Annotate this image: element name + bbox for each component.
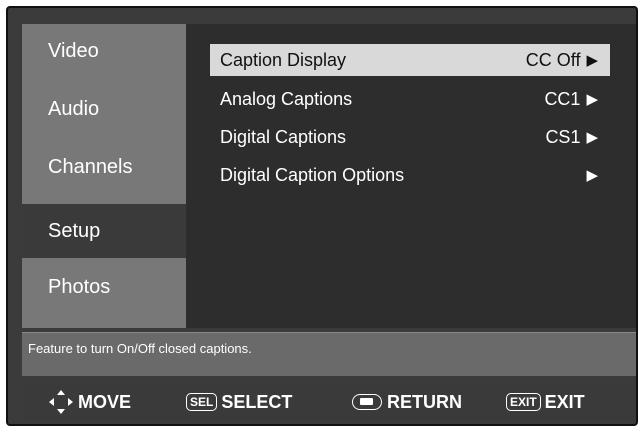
exit-label: EXIT — [544, 391, 585, 412]
menu-item-value-group: ▶ — [580, 166, 598, 184]
menu-item-value-group: CC Off ▶ — [526, 50, 598, 71]
right-triangle-icon: ▶ — [586, 167, 598, 184]
sidebar: Video Audio Channels Setup Photos — [22, 24, 186, 328]
sidebar-item-label: Setup — [48, 220, 101, 242]
right-triangle-icon: ▶ — [586, 91, 598, 108]
move-label: MOVE — [78, 391, 132, 412]
return-label: RETURN — [387, 391, 462, 412]
analog-captions-row[interactable]: Analog Captions CC1 ▶ — [210, 83, 610, 115]
sidebar-item-label: Video — [48, 40, 99, 62]
sidebar-item-label: Audio — [48, 98, 100, 120]
sel-key-icon: SEL — [186, 393, 218, 411]
caption-display-row[interactable]: Caption Display CC Off ▶ — [210, 44, 610, 76]
setup-menu-panel: Caption Display CC Off ▶ Analog Captions… — [186, 24, 636, 328]
sidebar-item-setup[interactable]: Setup — [22, 204, 186, 258]
four-way-arrow-icon — [49, 390, 73, 414]
select-label: SELECT — [221, 391, 293, 412]
menu-item-value-group: CS1 ▶ — [545, 127, 598, 148]
menu-item-value: CC Off — [525, 49, 581, 70]
help-text: Feature to turn On/Off closed captions. — [28, 341, 252, 356]
sidebar-item-video[interactable]: Video — [22, 24, 186, 78]
sidebar-item-audio[interactable]: Audio — [22, 82, 186, 136]
digital-caption-options-row[interactable]: Digital Caption Options ▶ — [210, 159, 610, 191]
sidebar-item-label: Photos — [48, 276, 111, 298]
right-triangle-icon: ▶ — [586, 52, 598, 69]
return-action[interactable]: RETURN — [352, 384, 462, 420]
exit-action[interactable]: EXIT EXIT — [506, 384, 585, 420]
action-bar: MOVE SEL SELECT RETURN EXIT EXIT — [22, 384, 636, 420]
menu-item-label: Caption Display — [220, 49, 347, 70]
select-action[interactable]: SEL SELECT — [186, 384, 292, 420]
right-triangle-icon: ▶ — [586, 129, 598, 146]
digital-captions-row[interactable]: Digital Captions CS1 ▶ — [210, 121, 610, 153]
menu-item-label: Digital Caption Options — [220, 164, 405, 185]
menu-item-label: Analog Captions — [220, 88, 353, 109]
menu-item-value-group: CC1 ▶ — [544, 89, 598, 110]
help-text-bar: Feature to turn On/Off closed captions. — [22, 332, 636, 376]
menu-item-value: CS1 — [545, 126, 581, 147]
exit-key-icon: EXIT — [506, 393, 541, 411]
sidebar-item-channels[interactable]: Channels — [22, 140, 186, 194]
return-button-icon — [352, 394, 382, 410]
sidebar-item-photos[interactable]: Photos — [22, 260, 186, 314]
menu-item-value: CC1 — [544, 88, 581, 109]
move-action[interactable]: MOVE — [48, 384, 131, 420]
sidebar-item-label: Channels — [48, 156, 133, 178]
menu-item-label: Digital Captions — [220, 126, 347, 147]
